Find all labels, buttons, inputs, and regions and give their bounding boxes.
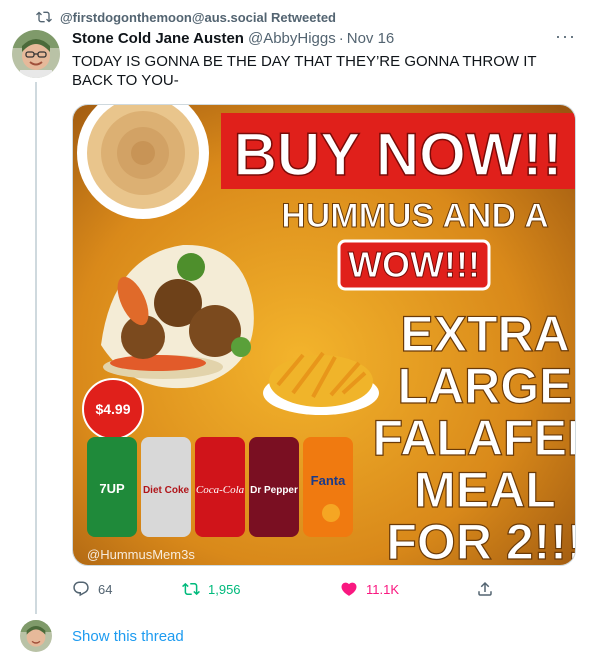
poster-price: $4.99 xyxy=(95,401,130,417)
heart-icon xyxy=(341,582,357,596)
poster-hummus-and-a: HUMMUS AND A xyxy=(281,197,549,235)
tweet-action-bar: 64 1,956 11.1K xyxy=(72,580,502,604)
can-label-0: 7UP xyxy=(99,481,125,496)
reply-icon xyxy=(73,581,89,597)
user-handle[interactable]: @AbbyHiggs xyxy=(248,30,336,47)
poster-falafel: FALAFEL xyxy=(373,410,576,466)
thread-avatar-image xyxy=(20,620,52,652)
more-options-icon[interactable]: ··· xyxy=(555,26,576,47)
poster-extra: EXTRA xyxy=(400,306,569,362)
poster-watermark: @HummusMem3s xyxy=(87,547,195,562)
retweet-count: 1,956 xyxy=(208,581,241,597)
can-label-2: Coca-Cola xyxy=(196,484,245,496)
reply-count: 64 xyxy=(98,581,113,597)
tweet-header: Stone Cold Jane Austen @AbbyHiggs · Nov … xyxy=(72,26,576,47)
share-button[interactable] xyxy=(476,580,494,598)
display-name[interactable]: Stone Cold Jane Austen xyxy=(72,30,244,47)
like-count: 11.1K xyxy=(366,581,400,597)
timestamp[interactable]: Nov 16 xyxy=(347,30,395,47)
show-thread-link[interactable]: Show this thread xyxy=(72,628,184,645)
poster-wow: WOW!!! xyxy=(348,244,480,285)
can-label-1: Diet Coke xyxy=(143,485,190,496)
retweet-icon xyxy=(36,11,52,23)
avatar[interactable] xyxy=(12,30,60,78)
poster-large: LARGE xyxy=(398,358,573,414)
poster-for-2: FOR 2!!! xyxy=(386,514,576,566)
retweet-icon xyxy=(182,582,200,596)
share-icon xyxy=(478,581,492,596)
thread-avatar[interactable] xyxy=(20,620,52,652)
tweet-media-image[interactable]: BUY NOW!! HUMMUS AND A WOW!!! EXTRA LARG… xyxy=(72,104,576,566)
poster-buy-now: BUY NOW!! xyxy=(234,121,563,188)
like-button[interactable]: 11.1K xyxy=(340,580,399,598)
can-label-3: Dr Pepper xyxy=(250,485,298,496)
thread-connector-line xyxy=(35,82,37,614)
poster-meal: MEAL xyxy=(414,462,556,518)
separator-dot: · xyxy=(338,30,344,47)
tweet-text: TODAY IS GONNA BE THE DAY THAT THEY’RE G… xyxy=(72,53,537,89)
can-label-4: Fanta xyxy=(311,473,346,488)
reply-button[interactable]: 64 xyxy=(72,580,112,598)
price-burst: $4.99 xyxy=(82,378,144,440)
retweet-context-text[interactable]: @firstdogonthemoon@aus.social Retweeted xyxy=(60,10,336,25)
soda-cans-graphic: 7UP Diet Coke Coca-Cola Dr Pepper Fanta xyxy=(87,437,353,537)
poster-image: BUY NOW!! HUMMUS AND A WOW!!! EXTRA LARG… xyxy=(73,105,576,566)
retweet-context: @firstdogonthemoon@aus.social Retweeted xyxy=(36,9,336,25)
avatar-image xyxy=(12,30,60,78)
retweet-button[interactable]: 1,956 xyxy=(182,580,241,598)
